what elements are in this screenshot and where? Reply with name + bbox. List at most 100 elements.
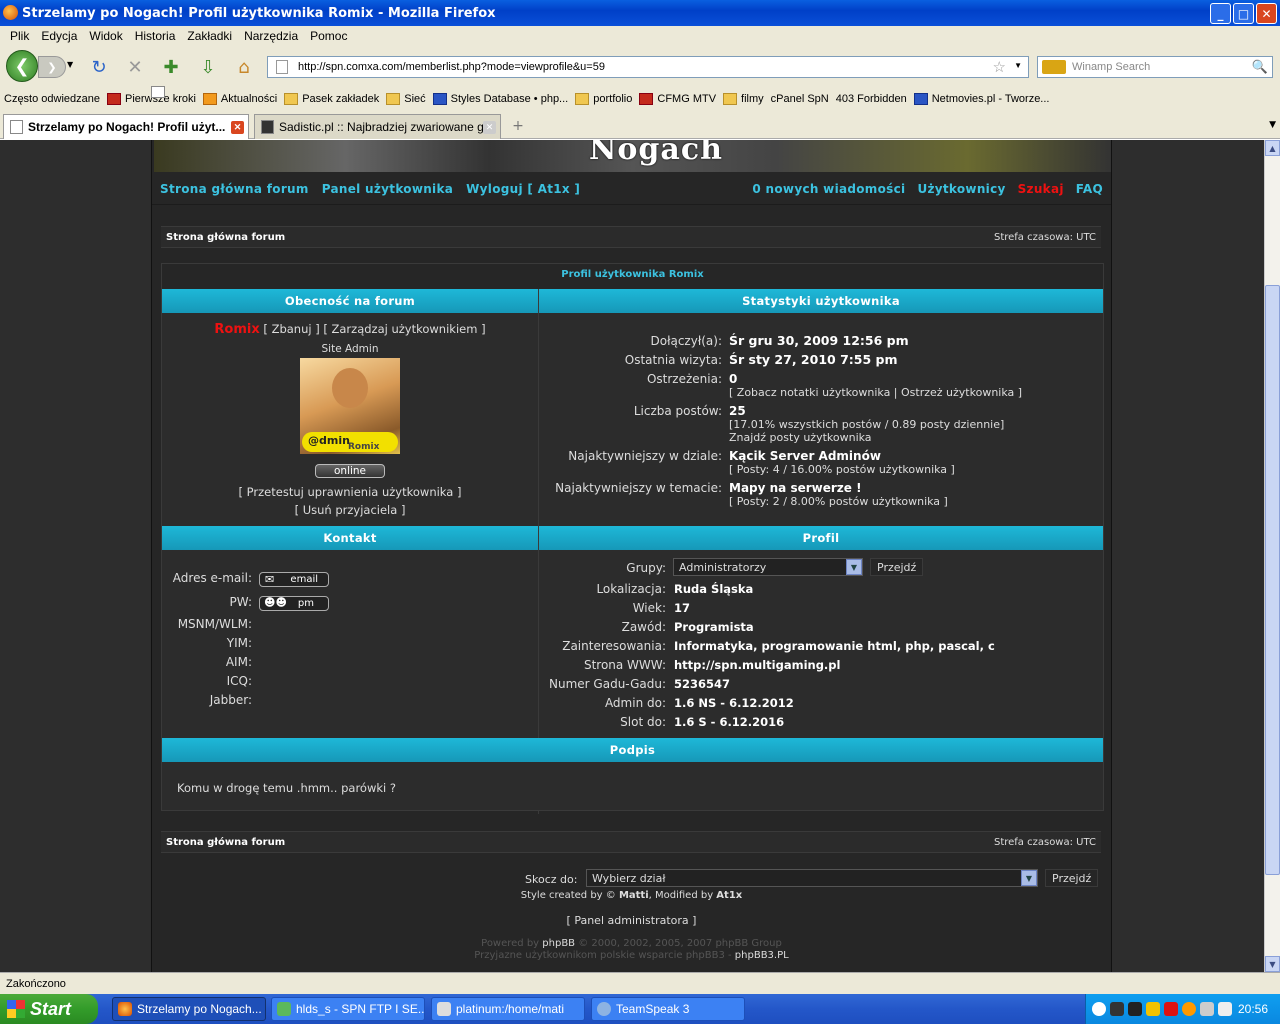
menu-pomoc[interactable]: Pomoc (304, 29, 353, 43)
minimize-button[interactable]: _ (1210, 3, 1231, 24)
nav-forum-home[interactable]: Strona główna forum (160, 182, 309, 196)
nav-members[interactable]: Użytkownicy (917, 182, 1005, 196)
find-posts-link[interactable]: Znajdź posty użytkownika (729, 431, 872, 444)
new-tab-icon[interactable]: + (507, 116, 529, 136)
bookmark-item[interactable]: filmy (723, 93, 764, 105)
nav-user-panel[interactable]: Panel użytkownika (322, 182, 453, 196)
bookmark-item[interactable]: Styles Database • php... (432, 93, 568, 105)
taskbar-item-teamspeak[interactable]: TeamSpeak 3 (591, 997, 745, 1021)
test-permissions-link[interactable]: [ Przetestuj uprawnienia użytkownika ] (162, 485, 538, 499)
nav-logout[interactable]: Wyloguj [ At1x ] (466, 182, 580, 196)
home-icon[interactable]: ⌂ (233, 56, 255, 78)
scroll-down-icon[interactable]: ▼ (1265, 956, 1280, 972)
groups-select[interactable]: Administratorzy ▼ (673, 558, 863, 576)
groups-go-button[interactable]: Przejdź (870, 558, 924, 576)
nav-new-messages[interactable]: 0 nowych wiadomości (752, 182, 905, 196)
website-link[interactable]: http://spn.multigaming.pl (674, 658, 840, 672)
taskbar-item-label: TeamSpeak 3 (616, 1002, 690, 1016)
tab-profile[interactable]: Strzelamy po Nogach! Profil użyt... ✕ (3, 114, 249, 139)
forum-banner: Nogach (154, 140, 1111, 172)
active-forum-value[interactable]: Kącik Server Adminów (729, 449, 881, 463)
pm-button[interactable]: ☻☻ pm (259, 596, 329, 611)
menu-zakladki[interactable]: Zakładki (181, 29, 238, 43)
phpbb-link[interactable]: phpBB (542, 938, 575, 949)
vertical-scrollbar[interactable]: ▲ ▼ (1264, 140, 1280, 972)
nav-search[interactable]: Szukaj (1018, 182, 1064, 196)
tools-icon[interactable] (1200, 1002, 1214, 1016)
history-dropdown-icon[interactable]: ▼ (67, 60, 73, 69)
menu-edycja[interactable]: Edycja (35, 29, 83, 43)
tab-sadistic[interactable]: Sadistic.pl :: Najbradziej zwariowane gi… (254, 114, 501, 139)
taskbar-item-ftp[interactable]: hlds_s - SPN FTP I SE... (271, 997, 425, 1021)
reload-icon[interactable]: ↻ (88, 56, 110, 78)
menu-plik[interactable]: Plik (4, 29, 35, 43)
warning-links[interactable]: [ Zobacz notatki użytkownika | Ostrzeż u… (729, 386, 1022, 399)
close-tab-icon[interactable]: ✕ (483, 121, 496, 134)
tray-expand-icon[interactable] (1092, 1002, 1106, 1016)
maximize-button[interactable]: □ (1233, 3, 1254, 24)
bookmark-item[interactable]: portfolio (575, 93, 632, 105)
bookmark-item[interactable]: Sieć (386, 93, 426, 105)
tray-app-icon[interactable] (1110, 1002, 1124, 1016)
bookmark-item[interactable]: CFMG MTV (639, 93, 716, 105)
email-button[interactable]: ✉ email (259, 572, 329, 587)
bookmark-item[interactable]: Netmovies.pl - Tworze... (913, 93, 1049, 105)
search-box[interactable]: Winamp Search 🔍 (1037, 56, 1273, 78)
taskbar-item-label: Strzelamy po Nogach... (137, 1002, 262, 1016)
download-icon[interactable]: ⇩ (197, 56, 219, 78)
bookmark-item[interactable]: Aktualności (202, 93, 277, 105)
bookmark-item[interactable]: Często odwiedzane (4, 86, 165, 105)
admin-links[interactable]: [ Zbanuj ] [ Zarządzaj użytkownikiem ] (263, 322, 485, 336)
nav-faq[interactable]: FAQ (1076, 182, 1103, 196)
taskbar-item-terminal[interactable]: platinum:/home/mati (431, 997, 585, 1021)
scroll-thumb[interactable] (1265, 285, 1280, 875)
start-button[interactable]: Start (0, 994, 98, 1024)
profile-title[interactable]: Profil użytkownika Romix (162, 269, 1103, 280)
breadcrumb-home[interactable]: Strona główna forum (166, 232, 285, 243)
tray-orange-icon[interactable] (1182, 1002, 1196, 1016)
styles-db-icon (432, 93, 447, 105)
search-engine-icon[interactable] (1042, 60, 1066, 74)
username[interactable]: Romix (214, 322, 259, 337)
shield-icon[interactable] (1146, 1002, 1160, 1016)
menu-historia[interactable]: Historia (129, 29, 182, 43)
new-tab-plus-icon[interactable]: ✚ (160, 56, 182, 78)
jump-select[interactable]: Wybierz dział ▼ (586, 869, 1038, 887)
support-line: Przyjazne użytkownikom polskie wsparcie … (152, 950, 1111, 961)
phpbb3pl-link[interactable]: phpBB3.PL (735, 950, 789, 961)
bookmark-label: Sieć (404, 93, 426, 105)
taskbar-item-firefox[interactable]: Strzelamy po Nogach... (112, 997, 266, 1021)
bookmark-item[interactable]: Pasek zakładek (284, 93, 379, 105)
search-magnifier-icon[interactable]: 🔍 (1252, 59, 1268, 75)
ati-icon[interactable] (1164, 1002, 1178, 1016)
stop-icon[interactable]: ✕ (124, 56, 146, 78)
admin-panel-link[interactable]: [ Panel administratora ] (152, 914, 1111, 927)
icq-label: ICQ: (226, 674, 252, 688)
breadcrumb-home-bottom[interactable]: Strona główna forum (166, 837, 285, 848)
bookmark-star-icon[interactable]: ☆ (993, 58, 1006, 76)
url-dropdown-icon[interactable]: ▼ (1014, 61, 1022, 70)
close-tab-icon[interactable]: ✕ (231, 121, 244, 134)
menu-narzedzia[interactable]: Narzędzia (238, 29, 304, 43)
url-bar[interactable]: http://spn.comxa.com/memberlist.php?mode… (267, 56, 1029, 78)
scroll-up-icon[interactable]: ▲ (1265, 140, 1280, 156)
steam-icon[interactable] (1128, 1002, 1142, 1016)
tab-list-icon[interactable]: ▼ (1269, 120, 1276, 130)
navigation-toolbar: ❮ ❯ ▼ ↻ ✕ ✚ ⇩ ⌂ http://spn.comxa.com/mem… (0, 46, 1280, 86)
avatar: @dmin Romix (300, 358, 400, 454)
jump-go-button[interactable]: Przejdź (1045, 869, 1099, 887)
timezone-label: Strefa czasowa: UTC (993, 231, 1096, 243)
chevron-down-icon[interactable]: ▼ (1021, 870, 1037, 886)
close-button[interactable]: ✕ (1256, 3, 1277, 24)
tab-strip: Strzelamy po Nogach! Profil użyt... ✕ Sa… (0, 112, 1280, 139)
jump-label: Skocz do: (525, 873, 578, 886)
network-icon[interactable] (1218, 1002, 1232, 1016)
back-button[interactable]: ❮ (6, 50, 38, 82)
forward-button[interactable]: ❯ (38, 56, 66, 78)
active-topic-value[interactable]: Mapy na serwerze ! (729, 481, 862, 495)
menu-widok[interactable]: Widok (83, 29, 128, 43)
bookmark-item[interactable]: cPanel SpN (151, 86, 829, 105)
remove-friend-link[interactable]: [ Usuń przyjaciela ] (162, 503, 538, 517)
chevron-down-icon[interactable]: ▼ (846, 559, 862, 575)
bookmark-item[interactable]: 403 Forbidden (151, 86, 907, 105)
